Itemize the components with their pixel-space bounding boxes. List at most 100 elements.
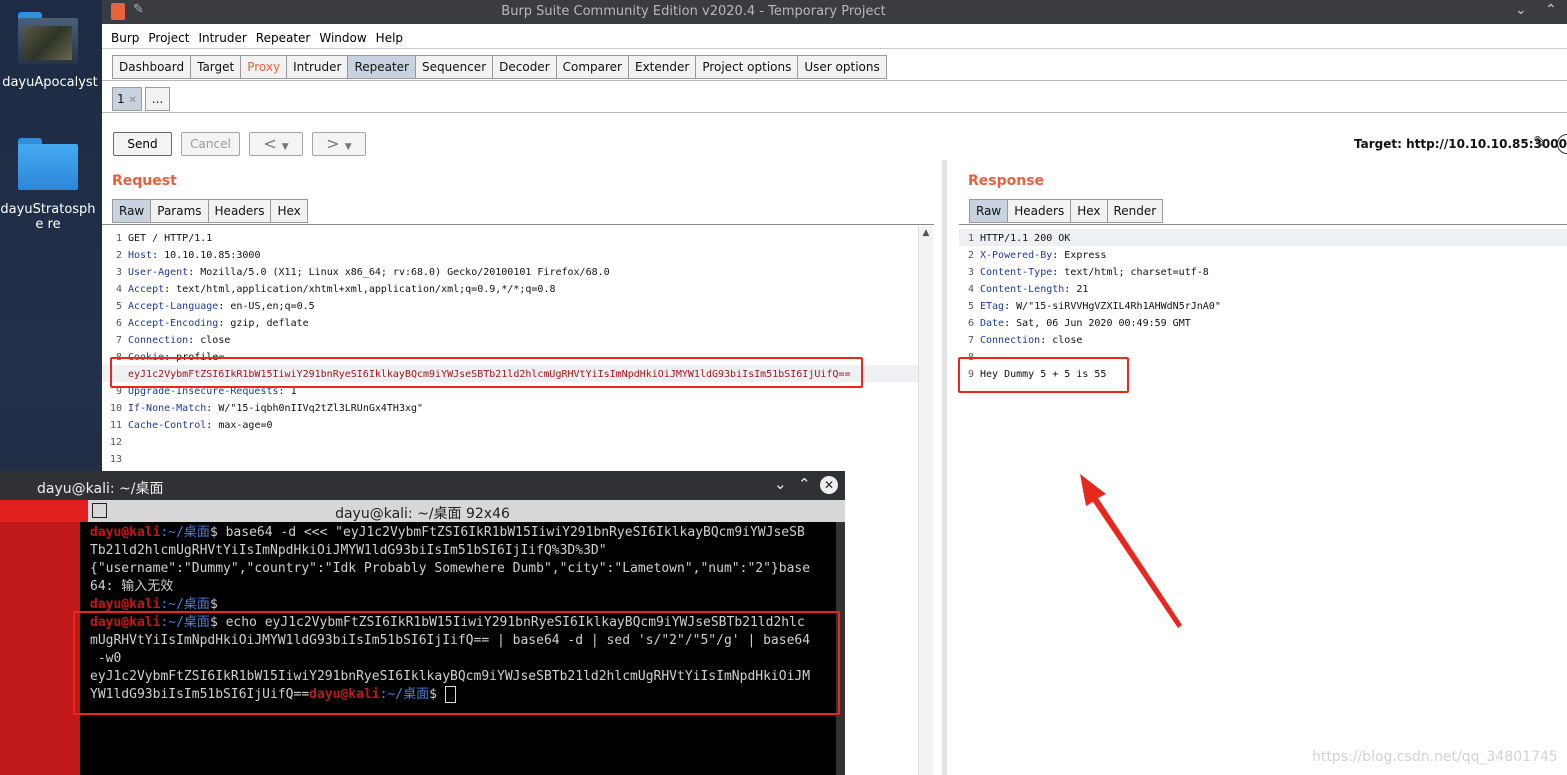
tab-sequencer[interactable]: Sequencer (415, 55, 494, 79)
split-divider[interactable] (942, 160, 947, 775)
window-title: Burp Suite Community Edition v2020.4 - T… (501, 4, 886, 19)
request-line: 7 Connection: close (106, 332, 916, 349)
annotation-arrow (1080, 474, 1182, 628)
folder-icon[interactable] (18, 12, 78, 64)
highlight-box (73, 611, 840, 715)
maximize-icon[interactable]: ⌃ (1545, 2, 1557, 18)
header-name: User-Agent (128, 267, 189, 278)
response-title: Response (968, 173, 1045, 189)
new-tab-button[interactable]: ... (144, 87, 171, 111)
tab-comparer[interactable]: Comparer (555, 55, 629, 79)
response-line: 7 Connection: close (958, 332, 1558, 349)
prompt-user: dayu@kali (90, 525, 161, 540)
desktop-icon-label[interactable]: dayuApocalyst (0, 75, 100, 90)
line-number: 7 (115, 335, 122, 346)
prompt-line: dayu@kali:~/桌面$ base64 -d <<< "eyJ1c2Vyb… (90, 525, 805, 540)
response-tab-hex[interactable]: Hex (1070, 199, 1108, 223)
line-number: 11 (109, 420, 122, 431)
request-line: 12 (106, 434, 916, 451)
divider (102, 48, 1567, 49)
line-number: 7 (967, 335, 974, 346)
menu-repeater[interactable]: Repeater (256, 31, 311, 45)
minimize-icon[interactable]: ⌄ (774, 475, 787, 493)
menu-project[interactable]: Project (148, 31, 189, 45)
line-number: 5 (115, 301, 122, 312)
divider (102, 224, 934, 225)
request-tab-hex[interactable]: Hex (270, 199, 308, 223)
line-value: max-age=0 (218, 420, 273, 431)
menu-burp[interactable]: Burp (111, 31, 139, 45)
back-icon: < (263, 134, 277, 153)
line-number: 2 (967, 250, 974, 261)
help-icon[interactable] (1557, 134, 1567, 154)
close-icon[interactable]: ✕ (820, 476, 838, 494)
tab-user-options[interactable]: User options (797, 55, 887, 79)
line-value: W/"15-iqbh0nIIVq2tZl3LRUnGx4TH3xg" (218, 403, 424, 414)
header-name: Connection (128, 335, 189, 346)
response-tab-raw[interactable]: Raw (969, 199, 1009, 223)
request-line: 10 If-None-Match: W/"15-iqbh0nIIVq2tZl3LR… (106, 400, 916, 417)
close-icon[interactable]: ✕ (128, 95, 136, 106)
cancel-button[interactable]: Cancel (181, 132, 240, 156)
back-button[interactable]: < ▼ (249, 132, 303, 156)
request-line: 5 Accept-Language: en-US,en;q=0.5 (106, 298, 916, 315)
request-line: 2 Host: 10.10.10.85:3000 (106, 247, 916, 264)
edit-target-icon[interactable]: ✎ (1533, 133, 1547, 153)
request-line: 3 User-Agent: Mozilla/5.0 (X11; Linux x86… (106, 264, 916, 281)
line-value: gzip, deflate (230, 318, 309, 329)
line-number: 4 (967, 284, 974, 295)
response-line: 2 X-Powered-By: Express (958, 247, 1558, 264)
response-line: 3 Content-Type: text/html; charset=utf-8 (958, 264, 1558, 281)
tab-project-options[interactable]: Project options (695, 55, 799, 79)
tab-extender[interactable]: Extender (628, 55, 697, 79)
request-tabs: Raw Params Headers Hex (112, 199, 308, 223)
line-value: HTTP/1.1 200 OK (980, 233, 1071, 244)
repeater-tab-1[interactable]: 1 ✕ (112, 87, 142, 111)
line-number: 3 (115, 267, 122, 278)
request-tab-raw[interactable]: Raw (112, 199, 152, 223)
tab-proxy[interactable]: Proxy (240, 55, 288, 79)
line-number: 5 (967, 301, 974, 312)
tab-intruder[interactable]: Intruder (286, 55, 349, 79)
menu-intruder[interactable]: Intruder (198, 31, 246, 45)
divider (102, 112, 1567, 113)
header-name: Connection (980, 335, 1041, 346)
terminal-tab-bar: dayu@kali: ~/桌面 92x46 (0, 500, 845, 522)
request-title: Request (112, 173, 177, 189)
request-tab-params[interactable]: Params (150, 199, 209, 223)
menu-help[interactable]: Help (376, 31, 403, 45)
menu-window[interactable]: Window (319, 31, 366, 45)
header-name: ETag (980, 301, 1005, 312)
maximize-icon[interactable]: ⌃ (798, 475, 811, 493)
line-number: 6 (967, 318, 974, 329)
response-tab-render[interactable]: Render (1106, 199, 1164, 223)
tab-dashboard[interactable]: Dashboard (112, 55, 192, 79)
request-scrollbar[interactable]: ▲ (918, 226, 933, 775)
terminal-window-title: dayu@kali: ~/桌面 (37, 481, 164, 497)
tab-repeater[interactable]: Repeater (347, 55, 416, 79)
line-number: 4 (115, 284, 122, 295)
scroll-up-icon[interactable]: ▲ (919, 228, 933, 238)
line-value: 21 (1076, 284, 1089, 295)
terminal-line: 64: 输入无效 (90, 579, 174, 594)
prompt-path: :~/桌面 (160, 597, 210, 612)
terminal-window: dayu@kali: ~/桌面 ⌄ ⌃ ✕ dayu@kali: ~/桌面 92… (0, 471, 845, 775)
folder-icon[interactable] (18, 138, 78, 190)
response-line: 5 ETag: W/"15-siRVVHgVZXIL4Rh1AHWdN5rJnA0… (958, 298, 1558, 315)
line-value: en-US,en;q=0.5 (230, 301, 315, 312)
terminal-command: base64 -d <<< "eyJ1c2VybmFtZSI6IkR1bW15I… (225, 525, 805, 540)
minimize-icon[interactable]: ⌄ (1515, 2, 1527, 18)
tab-target[interactable]: Target (190, 55, 242, 79)
desktop-icon-label[interactable]: dayuStratosphe re (0, 202, 96, 232)
response-tab-headers[interactable]: Headers (1007, 199, 1072, 223)
response-line: 4 Content-Length: 21 (958, 281, 1558, 298)
send-button[interactable]: Send (113, 132, 172, 156)
header-name: Content-Type (980, 267, 1053, 278)
line-number: 2 (115, 250, 122, 261)
highlight-box (110, 357, 863, 388)
request-editor[interactable]: 1 GET / HTTP/1.1 2 Host: 10.10.10.85:3000 3 U… (106, 230, 916, 468)
tab-decoder[interactable]: Decoder (492, 55, 557, 79)
forward-button[interactable]: > ▼ (312, 132, 366, 156)
request-tab-headers[interactable]: Headers (207, 199, 272, 223)
header-name: If-None-Match (128, 403, 207, 414)
